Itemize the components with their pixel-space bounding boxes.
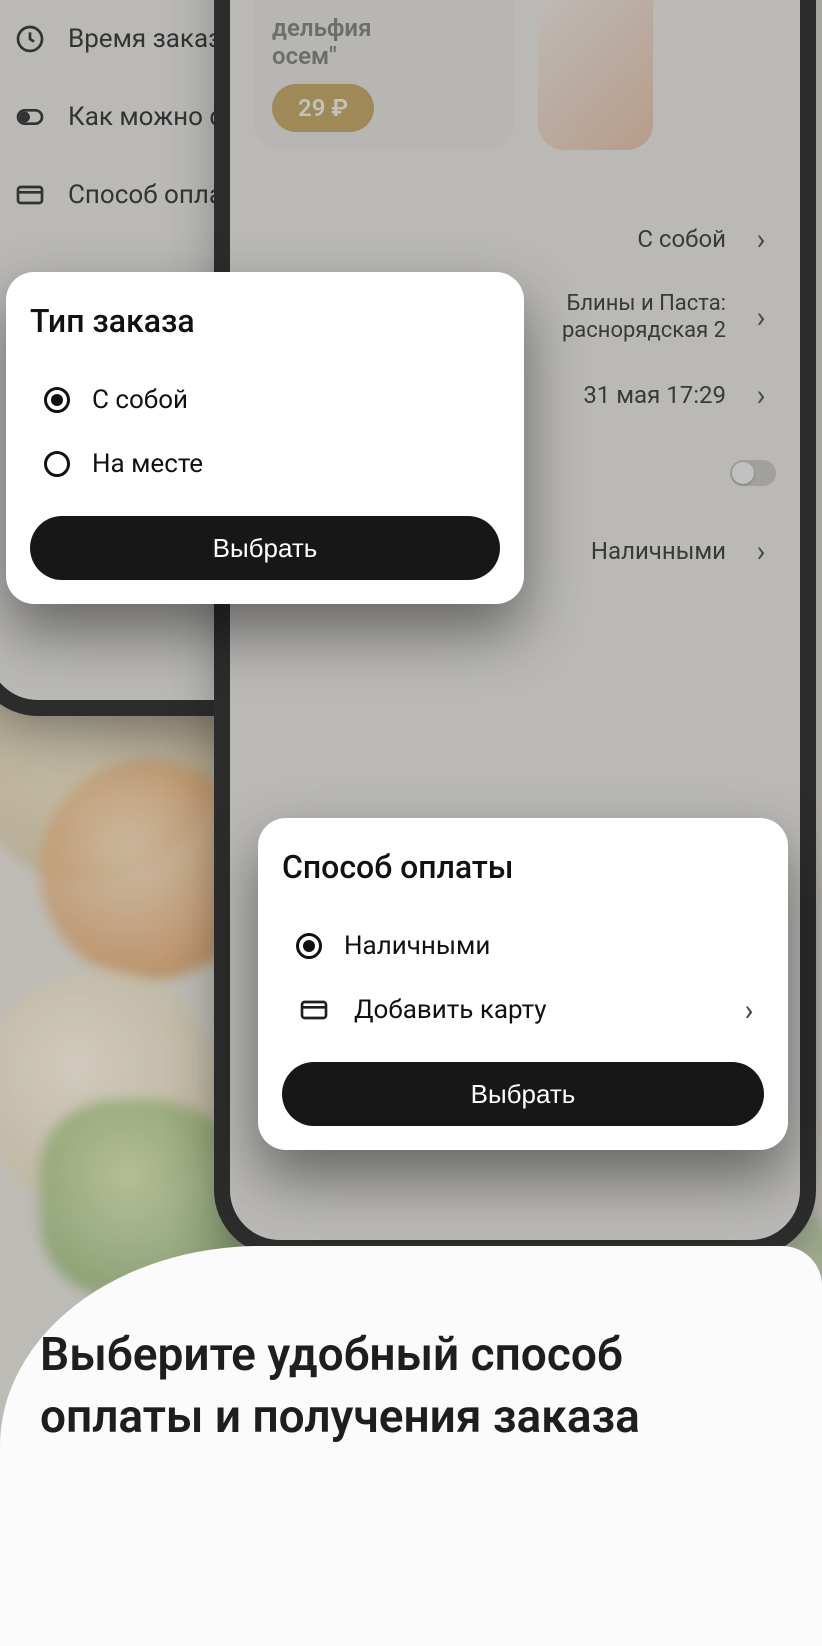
chevron-right-icon: › xyxy=(734,993,764,1028)
card-icon xyxy=(12,177,48,213)
price-badge[interactable]: 29 ₽ xyxy=(272,84,374,132)
payment-modal: Способ оплаты Наличными Добавить карту ›… xyxy=(258,818,788,1150)
select-button[interactable]: Выбрать xyxy=(30,516,500,580)
option-label: С собой xyxy=(92,385,188,415)
chevron-right-icon: › xyxy=(746,300,776,335)
option-dinein[interactable]: На месте xyxy=(30,432,500,496)
radio-selected-icon xyxy=(296,933,322,959)
order-type-modal: Тип заказа С собой На месте Выбрать xyxy=(6,272,524,604)
product-thumb[interactable] xyxy=(538,0,653,150)
option-label: Наличными xyxy=(344,931,490,961)
option-label: Добавить карту xyxy=(354,995,547,1025)
chevron-right-icon: › xyxy=(746,378,776,413)
product-card[interactable]: дельфия осем" 29 ₽ xyxy=(254,0,514,150)
time-value: 31 мая 17:29 xyxy=(583,381,726,409)
modal-title: Способ оплаты xyxy=(282,848,764,886)
payment-value: Наличными xyxy=(591,537,726,565)
select-button[interactable]: Выбрать xyxy=(282,1062,764,1126)
radio-selected-icon xyxy=(44,387,70,413)
chevron-right-icon: › xyxy=(746,534,776,569)
option-takeaway[interactable]: С собой xyxy=(30,368,500,432)
asap-toggle[interactable] xyxy=(730,460,776,486)
radio-unselected-icon xyxy=(44,451,70,477)
option-label: На месте xyxy=(92,449,203,479)
option-add-card[interactable]: Добавить карту › xyxy=(282,978,764,1042)
row-order-type[interactable]: С собой › xyxy=(254,200,776,278)
chevron-right-icon: › xyxy=(746,222,776,257)
order-type-value: С собой xyxy=(637,225,726,253)
clock-icon xyxy=(12,21,48,57)
modal-title: Тип заказа xyxy=(30,302,500,340)
address-value: Блины и Паста: раснорядская 2 xyxy=(562,290,726,345)
product-cards: дельфия осем" 29 ₽ xyxy=(254,0,800,150)
marketing-panel: Выберите удобный способ оплаты и получен… xyxy=(0,1246,822,1646)
card-icon xyxy=(296,992,332,1028)
product-title: дельфия осем" xyxy=(272,14,496,70)
marketing-headline: Выберите удобный способ оплаты и получен… xyxy=(40,1324,782,1448)
option-cash[interactable]: Наличными xyxy=(282,914,764,978)
toggle-icon xyxy=(12,99,48,135)
